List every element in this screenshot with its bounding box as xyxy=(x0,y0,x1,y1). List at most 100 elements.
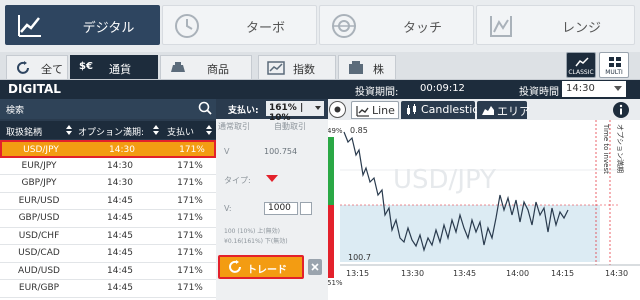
amount-clear-button[interactable] xyxy=(300,202,312,215)
asset-asset: USD/CAD xyxy=(18,248,60,258)
amount-input[interactable]: 1000 xyxy=(264,202,298,215)
col-asset[interactable]: 取扱銘柄 xyxy=(6,125,42,138)
col-expiry[interactable]: オプション満期: xyxy=(78,125,144,138)
asset-expiry: 14:45 xyxy=(107,283,133,293)
asset-list-panel: 検索 取扱銘柄 オプション満期: 支払い USD/JPY 14:30 171% EUR… xyxy=(0,99,216,300)
asset-row[interactable]: USD/CAD 14:45 171% xyxy=(0,245,216,263)
tab-range[interactable]: レンジ xyxy=(476,5,635,45)
price-chart[interactable]: 49% 51% Time to invest オプション満期 USD/JPY 0… xyxy=(327,120,640,300)
classic-view-button[interactable]: CLASSIC xyxy=(566,52,596,78)
asset-payout: 171% xyxy=(177,213,203,223)
asset-row[interactable]: EUR/GBP 14:45 171% xyxy=(0,280,216,298)
probability-down-pct: 51% xyxy=(328,279,343,287)
asset-row[interactable]: GBP/USD 14:45 171% xyxy=(0,210,216,228)
asset-row[interactable]: EUR/JPY 14:30 171% xyxy=(0,157,216,175)
asset-expiry: 14:30 xyxy=(107,178,133,188)
info-icon[interactable] xyxy=(612,101,630,119)
tab-area-label: エリア xyxy=(497,105,530,118)
sort-icon[interactable] xyxy=(153,125,159,135)
sort-icon[interactable] xyxy=(206,125,212,135)
tab-area[interactable]: エリア xyxy=(477,101,530,119)
tab-candlestick-label: Candlestick xyxy=(421,103,485,116)
asset-search-input[interactable]: 検索 xyxy=(0,99,216,119)
category-bar: 全て $€ 通貨 商品 指数 株 CLASSIC MULTI xyxy=(0,52,640,80)
amount-label: V: xyxy=(224,204,232,213)
tab-commodities[interactable]: 商品 xyxy=(160,55,252,79)
asset-payout: 171% xyxy=(177,248,203,258)
tab-commodities-label: 商品 xyxy=(207,63,229,76)
price-chart-svg: 49% 51% Time to invest オプション満期 USD/JPY 0… xyxy=(327,120,640,287)
asset-row[interactable]: GBP/JPY 14:30 171% xyxy=(0,175,216,193)
down-arrow-icon[interactable] xyxy=(266,175,278,182)
sort-icon[interactable] xyxy=(66,125,72,135)
chevron-down-icon xyxy=(614,86,622,91)
chart-watermark: USD/JPY xyxy=(393,165,496,195)
tab-digital[interactable]: デジタル xyxy=(5,5,160,45)
x-tick-label: 14:30 xyxy=(605,269,628,278)
trade-button[interactable]: トレード xyxy=(218,255,304,279)
col-payout[interactable]: 支払い xyxy=(167,125,194,138)
x-tick-label: 13:30 xyxy=(401,269,424,278)
amount-value: 1000 xyxy=(268,203,291,213)
asset-row[interactable]: EUR/USD 14:45 171% xyxy=(0,192,216,210)
clock-icon xyxy=(175,14,199,38)
trade-button-label: トレード xyxy=(247,265,287,276)
tab-indices[interactable]: 指数 xyxy=(258,55,336,79)
classic-chart-icon xyxy=(575,57,589,67)
chevron-down-icon xyxy=(315,106,321,110)
asset-payout: 171% xyxy=(179,145,205,155)
asset-row[interactable]: AUD/USD 14:45 171% xyxy=(0,262,216,280)
tab-stocks-label: 株 xyxy=(373,63,384,76)
tab-line[interactable]: Line xyxy=(351,101,399,119)
strike-value: 100.754 xyxy=(264,147,298,156)
invest-period-label: 投資時間 xyxy=(519,87,559,98)
tab-currency-label: 通貨 xyxy=(109,63,131,76)
asset-asset: EUR/USD xyxy=(18,195,60,206)
asset-expiry: 14:45 xyxy=(107,265,133,276)
auto-trade-label[interactable]: 自動取引 xyxy=(274,121,306,132)
target-icon xyxy=(332,14,356,38)
asset-payout: 171% xyxy=(177,230,203,241)
asset-payout: 171% xyxy=(177,195,203,206)
pin-icon[interactable] xyxy=(328,100,347,119)
tab-turbo-label: ターボ xyxy=(245,21,285,36)
tab-candlestick[interactable]: Candlestick xyxy=(401,101,485,119)
strike-label: V xyxy=(224,147,230,156)
asset-payout: 171% xyxy=(177,160,203,171)
search-placeholder: 検索 xyxy=(6,106,25,116)
asset-row[interactable]: USD/JPY 14:30 171% xyxy=(0,140,216,158)
refresh-icon xyxy=(17,61,29,74)
chart-toolbar: Line Candlestick エリア xyxy=(328,99,640,120)
tab-stocks[interactable]: 株 xyxy=(338,55,396,79)
payout-label: 支払い: xyxy=(228,106,259,116)
asset-asset: AUD/USD xyxy=(18,265,60,276)
search-icon[interactable] xyxy=(198,101,212,115)
payout-value: 161% | 10% xyxy=(269,103,304,123)
multi-view-button[interactable]: MULTI xyxy=(599,52,629,78)
asset-expiry: 14:45 xyxy=(107,213,133,223)
cancel-button[interactable] xyxy=(308,259,322,275)
tab-touch[interactable]: タッチ xyxy=(319,5,474,45)
asset-expiry: 14:30 xyxy=(109,145,135,155)
asset-asset: USD/JPY xyxy=(23,145,59,155)
trade-panel: 支払い: 161% | 10% 通常取引 自動取引 V 100.754 タイプ:… xyxy=(216,99,328,300)
tab-all[interactable]: 全て xyxy=(6,55,68,79)
normal-trade-label[interactable]: 通常取引 xyxy=(218,121,250,132)
tab-touch-label: タッチ xyxy=(402,21,442,36)
tab-turbo[interactable]: ターボ xyxy=(162,5,317,45)
currency-icon: $€ xyxy=(79,61,93,72)
payout-select[interactable]: 161% | 10% xyxy=(266,101,324,123)
invest-period-select[interactable]: 14:30 xyxy=(562,81,626,97)
page-title: DIGITAL xyxy=(8,82,61,96)
asset-row[interactable]: USD/CHF 14:45 171% xyxy=(0,227,216,245)
asset-payout: 171% xyxy=(177,178,203,188)
y-axis-top-label: 0.85 xyxy=(350,126,368,135)
x-tick-label: 14:15 xyxy=(551,269,574,278)
tab-currency[interactable]: $€ 通貨 xyxy=(70,55,158,79)
close-icon xyxy=(311,263,319,271)
option-expiry-label: オプション満期 xyxy=(616,124,624,173)
goldbar-icon xyxy=(171,62,185,72)
probability-down-bar xyxy=(328,205,334,278)
asset-table-header: 取扱銘柄 オプション満期: 支払い xyxy=(0,121,216,139)
invest-time-value: 00:09:12 xyxy=(420,83,465,94)
